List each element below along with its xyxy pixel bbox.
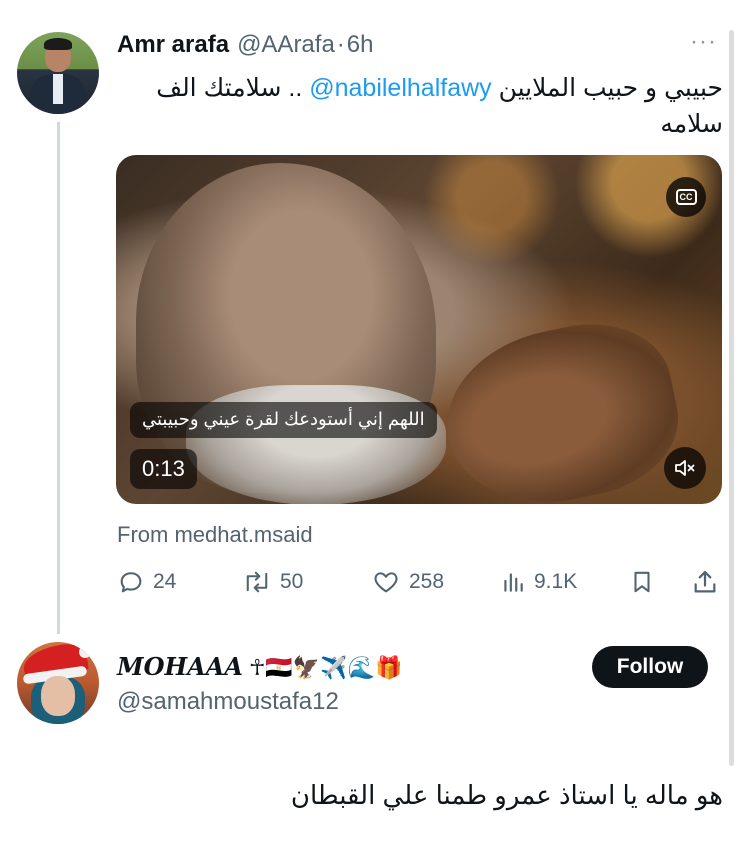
mute-button[interactable] [664,447,706,489]
separator: · [336,31,345,58]
bookmark-icon [634,571,650,593]
tweet-header: Amr arafa @AArafa · 6h [117,30,374,60]
more-options-icon[interactable]: ··· [690,28,717,56]
captions-button[interactable]: CC [666,177,706,217]
views-count: 9.1K [534,570,578,593]
reply-action[interactable]: 24 [117,565,176,599]
reply-text: هو ماله يا استاذ عمرو طمنا علي القبطان [290,780,723,810]
tweet-time[interactable]: 6h [347,31,374,59]
video-source[interactable]: From medhat.msaid [117,522,313,548]
reply-author-handle[interactable]: @samahmoustafa12 [117,688,339,716]
tweet-text-before: حبيبي و حبيب الملايين [491,74,723,102]
cc-icon: CC [675,189,697,205]
like-action[interactable]: 258 [371,565,444,599]
tweet-text: حبيبي و حبيب الملايين @nabilelhalfawy ..… [117,70,723,142]
mention-link[interactable]: @nabilelhalfawy [309,74,491,102]
reply-author-avatar[interactable] [17,642,99,724]
retweet-icon [246,571,268,593]
like-count: 258 [409,570,445,593]
views-action[interactable]: 9.1K [500,565,577,599]
views-bar-chart-icon [504,573,523,592]
reply-author-name[interactable]: MOHAAA ☥🇪🇬🦅✈️🌊🎁 [117,652,402,681]
share-icon [694,570,716,593]
author-handle[interactable]: @AArafa [237,31,335,59]
video-player[interactable]: CC اللهم إني أستودعك لقرة عيني وحبيبتي 0… [116,155,722,504]
video-caption: اللهم إني أستودعك لقرة عيني وحبيبتي [130,402,437,438]
heart-icon [374,572,398,593]
reply-display-name: MOHAAA [117,652,244,681]
action-bar: 24 50 258 9.1K [117,565,723,599]
name-emojis: ☥🇪🇬🦅✈️🌊🎁 [249,656,403,681]
reply-count: 24 [153,570,177,593]
scrollbar[interactable] [729,30,734,766]
thread-line [57,122,60,634]
tweet[interactable]: Amr arafa @AArafa · 6h ··· حبيبي و حبيب … [0,0,739,634]
share-action[interactable] [691,565,719,599]
retweet-count: 50 [280,570,304,593]
author-avatar[interactable] [17,32,99,114]
follow-button[interactable]: Follow [592,646,708,688]
video-duration: 0:13 [130,449,197,489]
reply-tweet[interactable]: MOHAAA ☥🇪🇬🦅✈️🌊🎁 @samahmoustafa12 Follow ه… [0,634,739,857]
reply-icon [120,572,142,593]
author-name[interactable]: Amr arafa [117,31,229,59]
retweet-action[interactable]: 50 [242,565,303,599]
speaker-muted-icon [675,460,695,476]
bookmark-action[interactable] [629,565,655,599]
